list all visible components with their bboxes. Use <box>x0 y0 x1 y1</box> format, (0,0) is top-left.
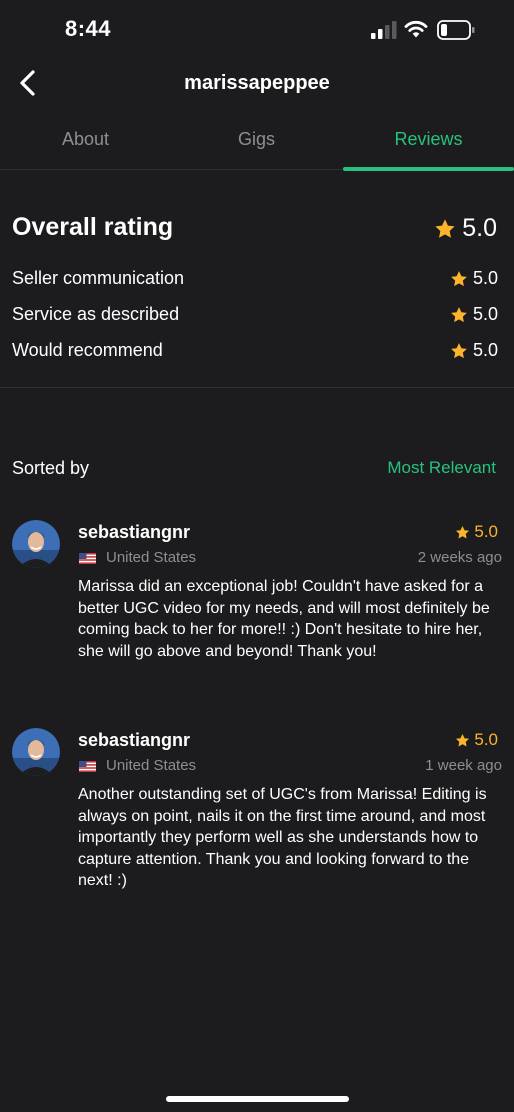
tab-about[interactable]: About <box>0 112 171 170</box>
rating-value: 5.0 <box>450 304 498 325</box>
review-rating-number: 5.0 <box>474 730 498 749</box>
status-time: 8:44 <box>65 16 112 41</box>
overall-rating-number: 5.0 <box>462 214 497 242</box>
battery-low-icon <box>437 20 475 40</box>
star-icon <box>456 525 470 538</box>
rating-row: Service as described 5.0 <box>12 304 498 330</box>
sort-dropdown[interactable]: Most Relevant <box>387 458 496 478</box>
rating-value: 5.0 <box>450 268 498 289</box>
reviewer-name[interactable]: sebastiangnr <box>78 522 190 543</box>
rating-label: Service as described <box>12 304 180 324</box>
rating-number: 5.0 <box>472 340 498 360</box>
star-icon <box>451 270 467 286</box>
rating-value: 5.0 <box>450 340 498 361</box>
review-text: Another outstanding set of UGC's from Ma… <box>78 786 487 889</box>
review-text: Marissa did an exceptional job! Couldn't… <box>78 578 490 660</box>
rating-number: 5.0 <box>472 304 498 324</box>
star-icon <box>435 218 455 238</box>
star-icon <box>456 733 470 746</box>
rating-label: Seller communication <box>12 268 185 288</box>
review-date: 2 weeks ago <box>417 549 502 566</box>
status-bar: 8:44 <box>0 0 514 60</box>
rating-row: Would recommend 5.0 <box>12 340 498 366</box>
cellular-signal-icon <box>371 21 397 39</box>
reviewer-country: United States <box>106 757 197 774</box>
reviewer-name[interactable]: sebastiangnr <box>78 730 190 751</box>
wifi-icon <box>404 20 428 38</box>
rating-number: 5.0 <box>472 268 498 288</box>
overall-rating-value: 5.0 <box>434 214 497 243</box>
tab-reviews[interactable]: Reviews <box>343 112 514 171</box>
nav-bar: marissapeppee <box>0 60 514 108</box>
sort-label: Sorted by <box>12 458 90 478</box>
ratings-summary: Overall rating 5.0 Seller communication … <box>0 170 514 388</box>
star-icon <box>451 342 467 358</box>
rating-row: Seller communication 5.0 <box>12 268 498 294</box>
avatar[interactable] <box>12 520 60 568</box>
tab-gigs[interactable]: Gigs <box>171 112 342 170</box>
rating-label: Would recommend <box>12 340 163 360</box>
review-rating: 5.0 <box>455 730 498 750</box>
review-rating: 5.0 <box>455 522 498 542</box>
reviewer-country: United States <box>106 549 197 566</box>
star-icon <box>451 306 467 322</box>
overall-rating-label: Overall rating <box>12 213 174 241</box>
tab-bar: About Gigs Reviews <box>0 112 514 171</box>
us-flag-icon <box>79 553 96 564</box>
home-indicator[interactable] <box>166 1096 349 1102</box>
us-flag-icon <box>79 761 96 772</box>
page-title: marissapeppee <box>184 72 330 94</box>
review-rating-number: 5.0 <box>474 522 498 541</box>
avatar[interactable] <box>12 728 60 776</box>
review-date: 1 week ago <box>425 757 502 774</box>
